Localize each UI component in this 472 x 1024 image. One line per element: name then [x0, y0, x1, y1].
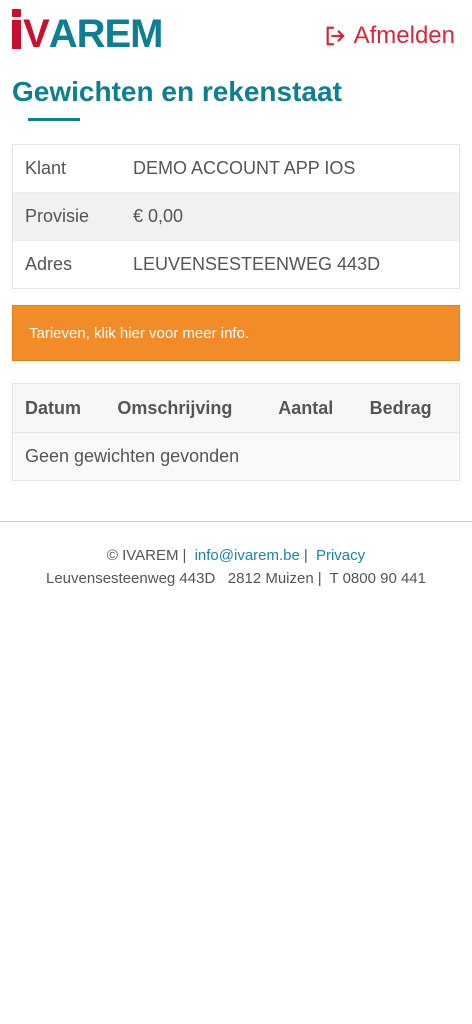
weights-table: Datum Omschrijving Aantal Bedrag Geen ge…	[12, 383, 460, 481]
info-value: € 0,00	[133, 206, 184, 226]
footer-copyright: © IVAREM	[106, 547, 179, 564]
account-info-table: Klant DEMO ACCOUNT APP IOS Provisie € 0,…	[12, 144, 460, 289]
logo-i-mark	[12, 9, 21, 49]
logo-text: AREM	[48, 12, 164, 56]
footer-street: Leuvensesteenweg 443D	[45, 570, 216, 587]
footer-phone[interactable]: T 0800 90 441	[330, 570, 426, 587]
weights-empty-message: Geen gewichten gevonden	[25, 446, 240, 466]
info-label: Provisie	[25, 206, 90, 226]
column-header-omschrijving[interactable]: Omschrijving	[117, 398, 278, 419]
info-row-adres: Adres LEUVENSESTEENWEG 443D	[13, 241, 459, 288]
info-value: DEMO ACCOUNT APP IOS	[133, 158, 356, 178]
tarieven-info-banner[interactable]: Tarieven, klik hier voor meer info.	[12, 305, 460, 361]
footer-privacy-link[interactable]: Privacy	[316, 547, 365, 564]
footer: © IVAREM | info@ivarem.be | Privacy Leuven…	[0, 544, 472, 590]
logout-button[interactable]: Afmelden	[324, 22, 455, 50]
tarieven-info-text: Tarieven, klik hier voor meer info.	[29, 324, 250, 342]
column-header-datum[interactable]: Datum	[13, 398, 117, 419]
info-row-klant: Klant DEMO ACCOUNT APP IOS	[13, 145, 459, 193]
footer-line-1: © IVAREM | info@ivarem.be | Privacy	[106, 547, 366, 564]
column-header-aantal[interactable]: Aantal	[278, 398, 369, 419]
info-label: Adres	[25, 254, 73, 274]
title-underline	[28, 118, 80, 121]
column-header-bedrag[interactable]: Bedrag	[370, 398, 459, 419]
info-label: Klant	[25, 158, 67, 178]
footer-city: 2812 Muizen	[227, 570, 314, 587]
header: V AREM Afmelden	[0, 0, 472, 72]
page: V AREM Afmelden Gewichten en rekenstaat …	[0, 0, 472, 1024]
page-title: Gewichten en rekenstaat	[12, 76, 342, 107]
ivarem-logo[interactable]: V AREM	[12, 9, 164, 56]
footer-divider	[0, 521, 472, 522]
logout-label: Afmelden	[353, 22, 455, 49]
weights-table-header: Datum Omschrijving Aantal Bedrag	[13, 384, 459, 433]
sign-out-icon	[326, 26, 344, 46]
info-value: LEUVENSESTEENWEG 443D	[133, 254, 381, 274]
footer-email-link[interactable]: info@ivarem.be	[195, 547, 300, 564]
info-row-provisie: Provisie € 0,00	[13, 193, 459, 241]
footer-line-2: Leuvensesteenweg 443D 2812 Muizen | T 080…	[45, 570, 426, 587]
logo-v: V	[23, 12, 50, 56]
